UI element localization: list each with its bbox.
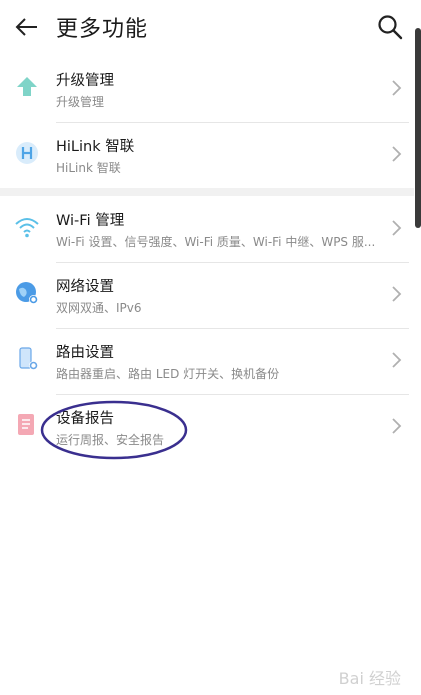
back-arrow-icon[interactable] — [12, 12, 42, 42]
list-item-label: 路由设置 — [56, 345, 114, 361]
list-item-subtitle: Wi-Fi 设置、信号强度、Wi-Fi 质量、Wi-Fi 中继、WPS 服... — [56, 235, 376, 249]
list-item-upgrade[interactable]: 升级管理 升级管理 — [0, 56, 414, 122]
report-doc-icon — [18, 414, 34, 435]
router-gear-icon — [19, 347, 38, 370]
chevron-right-icon — [392, 418, 402, 434]
chevron-right-icon — [392, 220, 402, 236]
list-item-router[interactable]: 路由设置 路由器重启、路由 LED 灯开关、换机备份 — [0, 328, 414, 394]
upgrade-arrow-icon — [17, 77, 37, 96]
watermark: Bai 经验 — [338, 669, 401, 688]
list-item-subtitle: 路由器重启、路由 LED 灯开关、换机备份 — [56, 367, 280, 381]
list-item-label: HiLink 智联 — [56, 139, 135, 155]
chevron-right-icon — [392, 80, 402, 96]
list-item-label: Wi-Fi 管理 — [56, 213, 125, 229]
scrollbar[interactable] — [415, 28, 421, 228]
list-item-wifi[interactable]: Wi-Fi 管理 Wi-Fi 设置、信号强度、Wi-Fi 质量、Wi-Fi 中继… — [0, 196, 414, 262]
globe-gear-icon — [16, 282, 38, 304]
chevron-right-icon — [392, 146, 402, 162]
list-item-subtitle: 双网双通、IPv6 — [56, 301, 142, 315]
list-item-label: 升级管理 — [56, 73, 114, 89]
list-item-subtitle: 运行周报、安全报告 — [56, 433, 165, 447]
list-item-label: 设备报告 — [56, 411, 114, 427]
list-item-subtitle: HiLink 智联 — [56, 161, 121, 175]
list-item-subtitle: 升级管理 — [56, 95, 105, 109]
search-icon[interactable] — [376, 13, 404, 41]
header-bar: 更多功能 — [0, 0, 421, 56]
page-title: 更多功能 — [56, 17, 149, 42]
list-item-hilink[interactable]: HiLink 智联 HiLink 智联 — [0, 122, 414, 188]
section-separator — [0, 188, 414, 196]
list-item-device-report[interactable]: 设备报告 运行周报、安全报告 — [0, 394, 414, 460]
list-item-network[interactable]: 网络设置 双网双通、IPv6 — [0, 262, 414, 328]
hilink-icon — [16, 142, 38, 164]
chevron-right-icon — [392, 352, 402, 368]
chevron-right-icon — [392, 286, 402, 302]
list-item-label: 网络设置 — [56, 279, 114, 295]
wifi-icon — [15, 218, 39, 238]
